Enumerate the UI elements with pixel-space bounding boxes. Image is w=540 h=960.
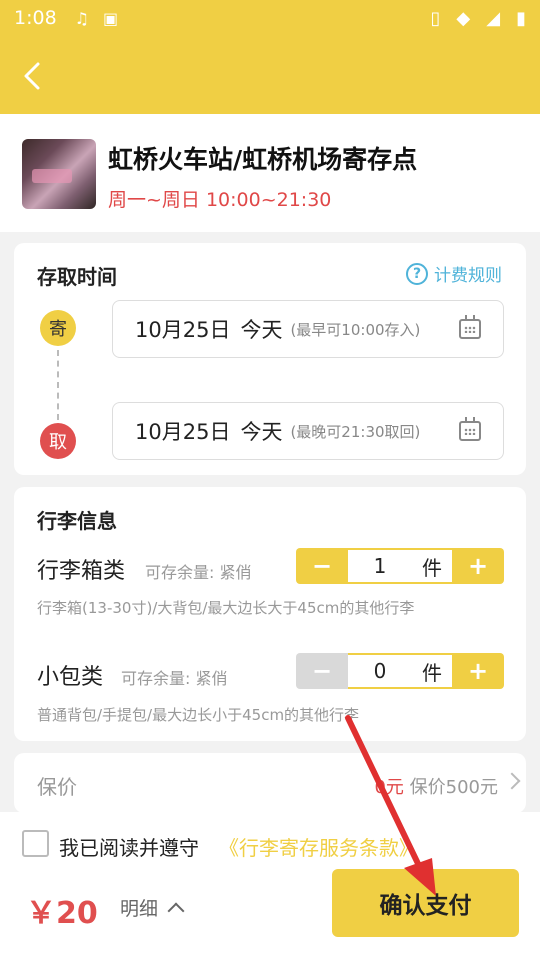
time-section-title: 存取时间 — [37, 265, 117, 289]
wifi-icon: ◆ — [456, 7, 471, 29]
checkout-footer: 我已阅读并遵守 《行李寄存服务条款》 ￥20 明细 确认支付 — [0, 812, 540, 960]
time-card: 存取时间 ? 计费规则 寄 取 10月25日 今天 (最早可10:00存入) 1… — [14, 243, 526, 475]
small-bag-minus-button[interactable]: − — [296, 653, 348, 689]
small-bag-plus-button[interactable]: + — [452, 653, 504, 689]
store-day: 今天 — [240, 318, 283, 342]
back-button[interactable] — [22, 58, 52, 94]
fee-rule-link[interactable]: ? 计费规则 — [406, 261, 502, 286]
suitcase-capacity: 可存余量: 紧俏 — [145, 563, 252, 582]
pickup-hint: (最晚可21:30取回) — [290, 422, 421, 441]
terms-link[interactable]: 《行李寄存服务条款》 — [219, 832, 419, 861]
pickup-time-picker[interactable]: 10月25日 今天 (最晚可21:30取回) — [112, 402, 504, 460]
calendar-icon — [459, 315, 481, 339]
small-bag-description: 普通背包/手提包/最大边长小于45cm的其他行李 — [37, 706, 360, 724]
total-price: ￥20 — [26, 896, 98, 931]
suitcase-plus-button[interactable]: + — [452, 548, 504, 584]
insurance-label: 保价 — [37, 775, 77, 799]
suitcase-quantity: 1 — [373, 554, 387, 578]
luggage-card: 行李信息 行李箱类 可存余量: 紧俏 − 1 件 + 行李箱(13-30寸)/大… — [14, 487, 526, 741]
small-bag-quantity: 0 — [373, 659, 387, 683]
suitcase-category-name: 行李箱类 — [37, 559, 126, 584]
suitcase-quantity-field[interactable]: 1 件 — [348, 548, 452, 584]
price-detail-toggle[interactable]: 明细 — [120, 894, 185, 921]
insurance-value: 0元 保价500元 — [374, 773, 498, 799]
pickup-badge: 取 — [40, 423, 76, 459]
suitcase-minus-button[interactable]: − — [296, 548, 348, 584]
signal-icon: ◢ — [486, 7, 501, 29]
suitcase-unit: 件 — [422, 555, 442, 580]
app-header — [0, 36, 540, 114]
status-bar: 1:08 ♫ ▣ ▯ ◆ ◢ ▮ — [0, 0, 540, 36]
small-bag-quantity-stepper: − 0 件 + — [296, 653, 504, 689]
back-arrow-icon — [24, 62, 40, 90]
small-bag-category-name: 小包类 — [37, 665, 104, 690]
store-hours: 周一~周日 10:00~21:30 — [108, 189, 332, 211]
chevron-up-icon — [167, 902, 185, 919]
store-thumbnail — [22, 139, 96, 209]
small-bag-unit: 件 — [422, 660, 442, 685]
chevron-right-icon — [503, 772, 521, 790]
confirm-pay-button[interactable]: 确认支付 — [332, 869, 519, 937]
fee-rule-label: 计费规则 — [434, 266, 502, 286]
luggage-section-title: 行李信息 — [37, 509, 117, 533]
insurance-coverage: 保价500元 — [409, 777, 498, 798]
battery-icon: ▮ — [516, 7, 526, 29]
store-time-picker[interactable]: 10月25日 今天 (最早可10:00存入) — [112, 300, 504, 358]
pickup-day: 今天 — [240, 420, 283, 444]
agree-checkbox[interactable] — [22, 830, 49, 857]
small-bag-capacity: 可存余量: 紧俏 — [121, 669, 228, 688]
store-hint: (最早可10:00存入) — [290, 320, 421, 339]
small-bag-quantity-field[interactable]: 0 件 — [348, 653, 452, 689]
timeline-connector — [57, 350, 59, 420]
vibrate-icon: ▯ — [430, 7, 441, 29]
insurance-price: 0元 — [374, 777, 404, 798]
question-icon: ? — [406, 262, 428, 285]
calendar-icon — [459, 417, 481, 441]
insurance-row[interactable]: 保价 0元 保价500元 — [14, 753, 526, 813]
music-icon: ♫ — [74, 8, 90, 28]
agree-text: 我已阅读并遵守 — [59, 836, 199, 860]
status-time: 1:08 — [14, 7, 57, 29]
pickup-date: 10月25日 — [135, 420, 231, 444]
store-date: 10月25日 — [135, 318, 231, 342]
suitcase-description: 行李箱(13-30寸)/大背包/最大边长大于45cm的其他行李 — [37, 599, 415, 617]
app-notification-icon: ▣ — [103, 8, 119, 28]
detail-label: 明细 — [120, 898, 159, 920]
suitcase-quantity-stepper: − 1 件 + — [296, 548, 504, 584]
store-name: 虹桥火车站/虹桥机场寄存点 — [108, 145, 418, 174]
store-badge: 寄 — [40, 310, 76, 346]
